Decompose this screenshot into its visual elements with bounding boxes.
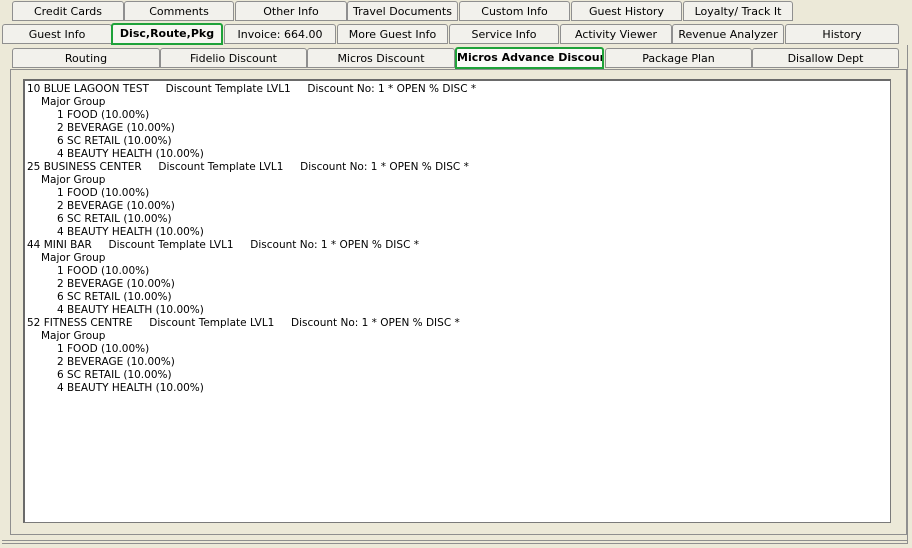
group-discount-line: 6 SC RETAIL (10.00%) [57, 135, 172, 147]
major-group-label: Major Group [41, 330, 106, 342]
tab-travel-documents[interactable]: Travel Documents [347, 1, 458, 21]
tab-routing[interactable]: Routing [12, 48, 160, 68]
group-discount-line: 6 SC RETAIL (10.00%) [57, 213, 172, 225]
tab-disallow-dept[interactable]: Disallow Dept [752, 48, 899, 68]
group-discount-line: 1 FOOD (10.00%) [57, 187, 150, 199]
group-discount-line: 2 BEVERAGE (10.00%) [57, 278, 175, 290]
major-group-label: Major Group [41, 96, 106, 108]
tab-credit-cards[interactable]: Credit Cards [12, 1, 124, 21]
tab-guest-info[interactable]: Guest Info [2, 24, 112, 44]
tab-more-guest-info[interactable]: More Guest Info [337, 24, 448, 44]
tab-micros-advance-discount[interactable]: Micros Advance Discount [455, 47, 604, 69]
tab-micros-discount[interactable]: Micros Discount [307, 48, 455, 68]
group-discount-line: 4 BEAUTY HEALTH (10.00%) [57, 304, 204, 316]
window-frame-right [907, 45, 910, 544]
group-discount-line: 6 SC RETAIL (10.00%) [57, 291, 172, 303]
group-discount-line: 4 BEAUTY HEALTH (10.00%) [57, 382, 204, 394]
group-discount-line: 1 FOOD (10.00%) [57, 343, 150, 355]
tab-comments[interactable]: Comments [124, 1, 234, 21]
group-discount-line: 2 BEVERAGE (10.00%) [57, 122, 175, 134]
tab-other-info[interactable]: Other Info [235, 1, 347, 21]
tab-disc-route-pkg[interactable]: Disc,Route,Pkg [111, 23, 223, 45]
tab-guest-history[interactable]: Guest History [571, 1, 682, 21]
discount-lines: 10 BLUE LAGOON TEST Discount Template LV… [27, 83, 476, 395]
group-discount-line: 2 BEVERAGE (10.00%) [57, 356, 175, 368]
tab-loyalty-track-it[interactable]: Loyalty/ Track It [683, 1, 793, 21]
group-discount-line: 6 SC RETAIL (10.00%) [57, 369, 172, 381]
discount-header-line: 25 BUSINESS CENTER Discount Template LVL… [27, 161, 469, 173]
discount-details-textbox[interactable]: 10 BLUE LAGOON TEST Discount Template LV… [23, 79, 891, 523]
group-discount-line: 1 FOOD (10.00%) [57, 265, 150, 277]
window-frame-bottom [2, 540, 908, 544]
tab-custom-info[interactable]: Custom Info [459, 1, 570, 21]
discount-header-line: 52 FITNESS CENTRE Discount Template LVL1… [27, 317, 460, 329]
tab-row-1: Credit Cards Comments Other Info Travel … [0, 1, 912, 23]
tab-revenue-analyzer[interactable]: Revenue Analyzer [672, 24, 784, 44]
major-group-label: Major Group [41, 252, 106, 264]
tab-package-plan[interactable]: Package Plan [605, 48, 752, 68]
tab-row-2: Guest Info Disc,Route,Pkg Invoice: 664.0… [0, 23, 912, 46]
tab-invoice[interactable]: Invoice: 664.00 [224, 24, 336, 44]
tab-history[interactable]: History [785, 24, 899, 44]
major-group-label: Major Group [41, 174, 106, 186]
tab-fidelio-discount[interactable]: Fidelio Discount [160, 48, 307, 68]
group-discount-line: 2 BEVERAGE (10.00%) [57, 200, 175, 212]
tab-row-3: Routing Fidelio Discount Micros Discount… [0, 47, 912, 70]
tab-service-info[interactable]: Service Info [449, 24, 559, 44]
group-discount-line: 4 BEAUTY HEALTH (10.00%) [57, 148, 204, 160]
discount-header-line: 44 MINI BAR Discount Template LVL1 Disco… [27, 239, 419, 251]
group-discount-line: 1 FOOD (10.00%) [57, 109, 150, 121]
group-discount-line: 4 BEAUTY HEALTH (10.00%) [57, 226, 204, 238]
tab-activity-viewer[interactable]: Activity Viewer [560, 24, 672, 44]
discount-header-line: 10 BLUE LAGOON TEST Discount Template LV… [27, 83, 477, 95]
